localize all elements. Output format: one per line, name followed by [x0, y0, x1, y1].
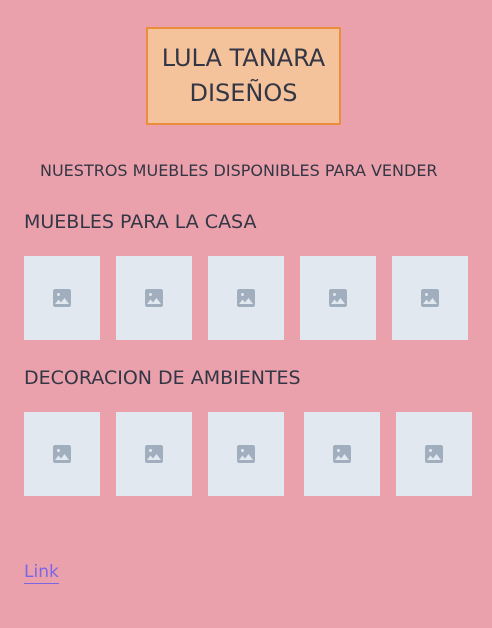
- image-placeholder-icon: [53, 289, 71, 307]
- decor-image-tile[interactable]: [208, 412, 284, 496]
- product-image-tile[interactable]: [300, 256, 376, 340]
- decor-image-tile[interactable]: [396, 412, 472, 496]
- brand-name: LULA TANARA DISEÑOS: [162, 41, 325, 111]
- page-subtitle: NUESTROS MUEBLES DISPONIBLES PARA VENDER: [40, 161, 438, 180]
- decor-image-tile[interactable]: [24, 412, 100, 496]
- image-placeholder-icon: [421, 289, 439, 307]
- section-title-decoracion: DECORACION DE AMBIENTES: [24, 367, 301, 389]
- section-title-muebles: MUEBLES PARA LA CASA: [24, 211, 257, 233]
- footer-link[interactable]: Link: [24, 561, 59, 584]
- image-placeholder-icon: [237, 289, 255, 307]
- image-placeholder-icon: [237, 445, 255, 463]
- product-image-tile[interactable]: [392, 256, 468, 340]
- product-image-tile[interactable]: [24, 256, 100, 340]
- brand-line-1: LULA TANARA: [161, 44, 326, 72]
- decor-image-tile[interactable]: [304, 412, 380, 496]
- brand-line-2: DISEÑOS: [189, 79, 298, 107]
- image-placeholder-icon: [333, 445, 351, 463]
- product-image-tile[interactable]: [208, 256, 284, 340]
- product-image-tile[interactable]: [116, 256, 192, 340]
- image-placeholder-icon: [329, 289, 347, 307]
- image-placeholder-icon: [145, 445, 163, 463]
- image-placeholder-icon: [53, 445, 71, 463]
- decor-image-tile[interactable]: [116, 412, 192, 496]
- image-placeholder-icon: [425, 445, 443, 463]
- image-placeholder-icon: [145, 289, 163, 307]
- brand-logo-box: LULA TANARA DISEÑOS: [146, 27, 341, 125]
